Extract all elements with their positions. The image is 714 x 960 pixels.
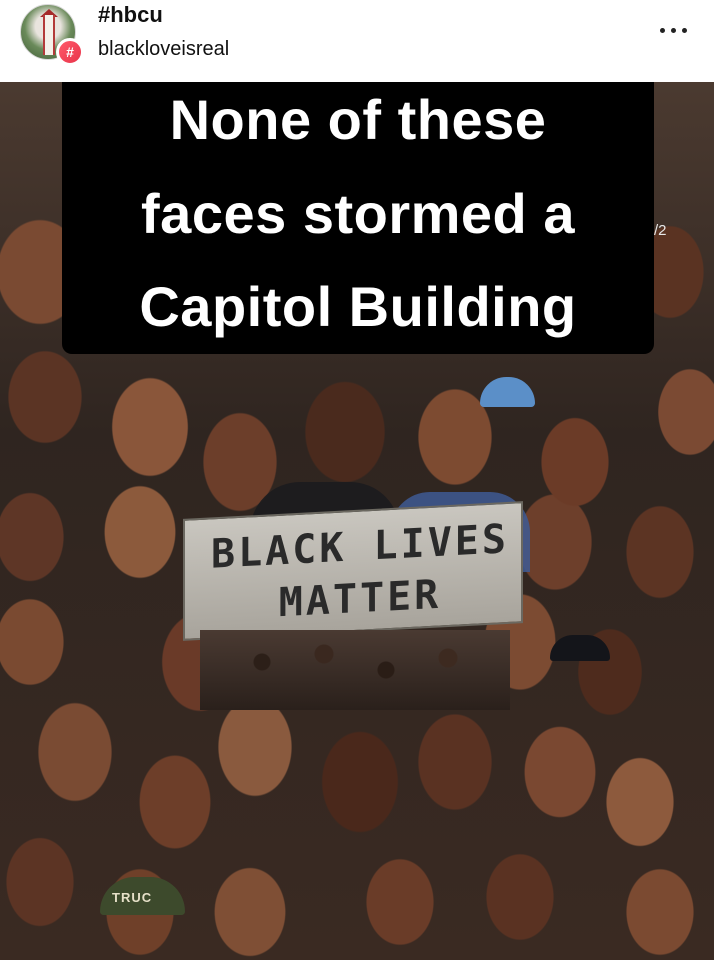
hashtag-title[interactable]: #hbcu bbox=[98, 2, 163, 28]
protest-crowd bbox=[200, 630, 510, 710]
profile-avatar[interactable]: # bbox=[20, 4, 84, 66]
more-horizontal-icon-dot bbox=[671, 28, 676, 33]
side-number: /2 bbox=[654, 222, 667, 239]
post-header: # #hbcu blackloveisreal bbox=[0, 0, 714, 82]
more-options-button[interactable] bbox=[654, 20, 694, 40]
collage-detail-cap bbox=[550, 635, 610, 661]
headline-line: faces stormed a bbox=[141, 182, 575, 245]
username[interactable]: blackloveisreal bbox=[98, 38, 229, 61]
cap-text: TRUC bbox=[112, 890, 153, 905]
more-horizontal-icon-dot bbox=[682, 28, 687, 33]
hashtag-badge-icon: # bbox=[56, 38, 84, 66]
more-horizontal-icon bbox=[660, 28, 665, 33]
headline-line: None of these bbox=[169, 88, 547, 151]
tower bbox=[43, 15, 55, 55]
post-image[interactable]: BLACK LIVES MATTER TRUC /2 None of these… bbox=[0, 82, 714, 960]
headline-line: Capitol Building bbox=[139, 275, 577, 338]
